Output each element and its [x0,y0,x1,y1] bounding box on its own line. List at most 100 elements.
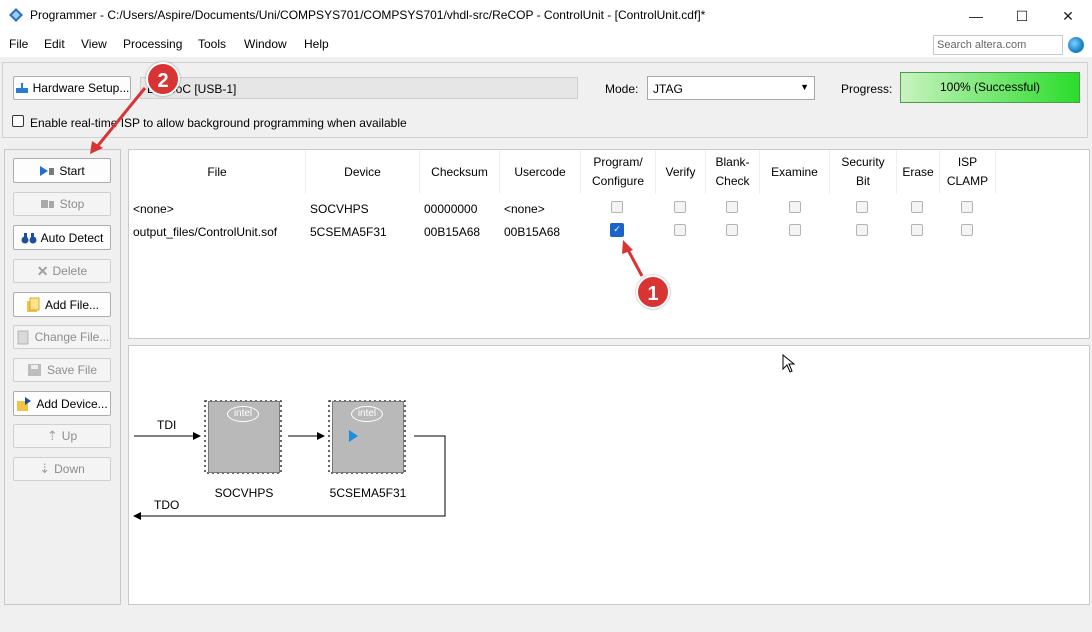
change-file-icon [17,330,29,345]
col-security-bit[interactable]: Security Bit [830,150,897,194]
row1-verify-checkbox[interactable] [674,201,686,213]
maximize-button[interactable]: ☐ [999,0,1045,32]
add-file-button[interactable]: Add File... [13,292,111,317]
row2-program-checkbox[interactable]: ✓ [610,223,624,237]
row1-device: SOCVHPS [310,202,369,216]
row1-examine-checkbox[interactable] [789,201,801,213]
add-device-button[interactable]: Add Device... [13,391,111,416]
save-icon [27,364,41,376]
col-isp-clamp[interactable]: ISP CLAMP [940,150,996,194]
row2-verify-checkbox[interactable] [674,224,686,236]
isp-checkbox[interactable] [12,115,24,127]
col-file[interactable]: File [129,150,306,194]
chip-5csema5f31[interactable]: intel [332,401,404,473]
up-label: Up [61,429,78,443]
row1-usercode: <none> [504,202,545,216]
row2-checksum: 00B15A68 [424,225,481,239]
stop-label: Stop [59,197,85,211]
mode-value: JTAG [653,82,683,96]
add-device-label: Add Device... [36,396,108,411]
annotation-badge-1: 1 [636,275,670,309]
annotation-badge-2: 2 [146,62,180,96]
intel-logo: intel [351,406,383,422]
row1-security-checkbox[interactable] [856,201,868,213]
down-label: Down [54,462,85,476]
search-input[interactable]: Search altera.com [933,35,1063,55]
row1-blank-check-checkbox[interactable] [726,201,738,213]
start-icon [40,165,55,176]
add-device-icon [17,396,32,411]
row1-program-checkbox[interactable] [611,201,623,213]
row1-erase-checkbox[interactable] [911,201,923,213]
programmer-app-icon [9,8,23,22]
col-verify[interactable]: Verify [656,150,706,194]
row2-file[interactable]: output_files/ControlUnit.sof [133,225,277,239]
progress-label: Progress: [841,82,893,96]
title-bar: Programmer - C:/Users/Aspire/Documents/U… [0,0,1092,32]
auto-detect-label: Auto Detect [40,230,104,245]
hardware-setup-button[interactable]: Hardware Setup... [13,76,131,100]
up-button[interactable]: ⇡ Up [13,424,111,448]
play-icon [349,430,358,442]
col-erase[interactable]: Erase [897,150,940,194]
row2-isp-checkbox[interactable] [961,224,973,236]
col-examine[interactable]: Examine [760,150,830,194]
hardware-field: DE-SoC [USB-1] [140,77,578,99]
col-checksum[interactable]: Checksum [420,150,500,194]
hardware-icon [15,83,28,93]
menu-window[interactable]: Window [244,37,287,51]
minimize-button[interactable]: — [953,0,999,32]
menu-file[interactable]: File [9,37,28,51]
chevron-down-icon: ▼ [800,82,809,92]
col-isp-line2: CLAMP [946,174,989,188]
checkmark-icon: ✓ [613,224,621,234]
delete-button[interactable]: ✕ Delete [13,259,111,283]
row2-erase-checkbox[interactable] [911,224,923,236]
row1-isp-checkbox[interactable] [961,201,973,213]
row2-security-checkbox[interactable] [856,224,868,236]
row2-usercode: 00B15A68 [504,225,561,239]
col-security-line2: Bit [855,174,870,188]
menu-help[interactable]: Help [304,37,329,51]
menu-view[interactable]: View [81,37,107,51]
menu-tools[interactable]: Tools [198,37,226,51]
delete-label: Delete [52,264,88,278]
row1-checksum: 00000000 [424,202,478,216]
down-button[interactable]: ⇣ Down [13,457,111,481]
up-arrow-icon: ⇡ [46,428,58,443]
menu-edit[interactable]: Edit [44,37,65,51]
row1-file[interactable]: <none> [133,202,174,216]
row2-examine-checkbox[interactable] [789,224,801,236]
window-title: Programmer - C:/Users/Aspire/Documents/U… [30,8,706,22]
binoculars-icon [21,232,37,243]
start-button[interactable]: Start [13,158,111,183]
close-button[interactable]: ✕ [1045,0,1091,32]
col-device[interactable]: Device [306,150,420,194]
globe-icon[interactable] [1068,37,1084,53]
menu-processing[interactable]: Processing [123,37,182,51]
progress-bar: 100% (Successful) [900,72,1080,103]
chip-5csema5f31-label: 5CSEMA5F31 [329,486,407,500]
mode-label: Mode: [605,82,639,96]
save-file-label: Save File [46,363,98,377]
add-file-icon [26,297,40,312]
change-file-label: Change File... [34,330,110,344]
stop-button[interactable]: Stop [13,192,111,216]
col-usercode[interactable]: Usercode [500,150,581,194]
intel-logo: intel [227,406,259,422]
col-blank-check[interactable]: Blank- Check [706,150,760,194]
down-arrow-icon: ⇣ [39,461,51,476]
chip-socvhps[interactable]: intel [208,401,280,473]
auto-detect-button[interactable]: Auto Detect [13,225,111,250]
mode-select[interactable]: JTAG ▼ [647,76,815,100]
row2-blank-check-checkbox[interactable] [726,224,738,236]
chip-socvhps-label: SOCVHPS [214,486,274,500]
change-file-button[interactable]: Change File... [13,325,111,349]
col-program-configure[interactable]: Program/ Configure [581,150,656,194]
save-file-button[interactable]: Save File [13,358,111,382]
col-isp-line1: ISP [957,155,978,169]
progress-text: 100% (Successful) [939,80,1041,94]
menu-bar: File Edit View Processing Tools Window H… [0,32,1092,57]
tdi-label: TDI [157,418,177,432]
jtag-chain-diagram [133,400,446,520]
